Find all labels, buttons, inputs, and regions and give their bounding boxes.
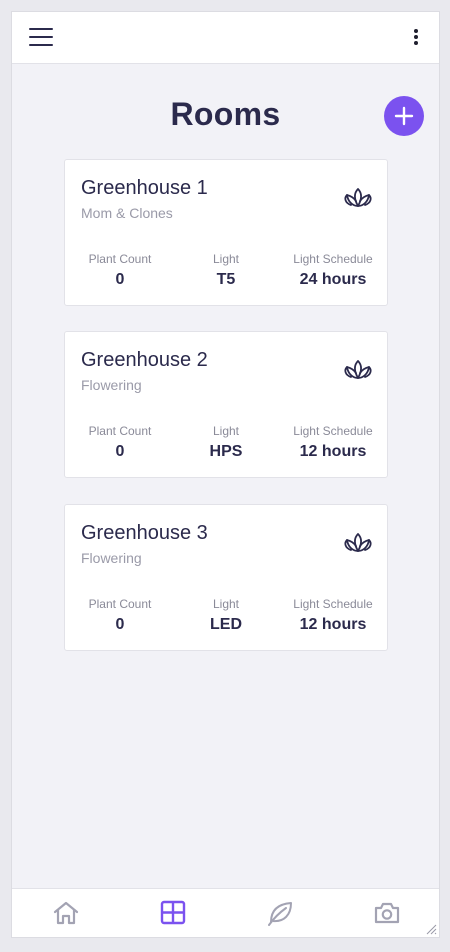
plus-icon bbox=[394, 106, 414, 126]
stat-label: Light bbox=[212, 424, 240, 438]
lotus-icon bbox=[344, 360, 372, 379]
room-card[interactable]: Greenhouse 2 Flowering Plant Count 0 Lig… bbox=[64, 331, 388, 478]
nav-rooms[interactable] bbox=[119, 889, 226, 937]
stat-light: Light T5 bbox=[171, 252, 281, 289]
stat-light-schedule: Light Schedule 12 hours bbox=[278, 597, 388, 634]
lotus-icon bbox=[344, 188, 372, 207]
stat-label: Light Schedule bbox=[293, 424, 373, 438]
nav-plants[interactable] bbox=[226, 889, 333, 937]
stat-light: Light LED bbox=[171, 597, 281, 634]
stat-label: Light bbox=[212, 597, 240, 611]
stat-label: Plant Count bbox=[88, 252, 152, 266]
stat-label: Light Schedule bbox=[293, 597, 373, 611]
stat-value: 12 hours bbox=[299, 616, 367, 633]
nav-camera[interactable] bbox=[333, 889, 439, 937]
stat-value: 12 hours bbox=[299, 443, 367, 460]
room-card[interactable]: Greenhouse 1 Mom & Clones Plant Count 0 … bbox=[64, 159, 388, 306]
app-frame: Rooms Greenhouse 1 Mom & Clones Plant Co… bbox=[11, 11, 440, 938]
room-name: Greenhouse 2 bbox=[81, 349, 208, 371]
stat-plant-count: Plant Count 0 bbox=[65, 597, 175, 634]
more-vertical-icon[interactable] bbox=[413, 29, 419, 45]
stat-value: 0 bbox=[115, 443, 125, 460]
room-type: Flowering bbox=[81, 550, 142, 566]
room-card[interactable]: Greenhouse 3 Flowering Plant Count 0 Lig… bbox=[64, 504, 388, 651]
camera-icon bbox=[374, 902, 400, 924]
lotus-icon bbox=[344, 533, 372, 552]
stat-plant-count: Plant Count 0 bbox=[65, 252, 175, 289]
stat-label: Light bbox=[212, 252, 240, 266]
room-name: Greenhouse 3 bbox=[81, 522, 208, 544]
bottom-navigation bbox=[12, 888, 439, 937]
stat-value: HPS bbox=[209, 443, 243, 460]
hamburger-menu-icon[interactable] bbox=[29, 28, 53, 47]
room-type: Flowering bbox=[81, 377, 142, 393]
stat-plant-count: Plant Count 0 bbox=[65, 424, 175, 461]
top-app-bar bbox=[12, 12, 439, 64]
room-type: Mom & Clones bbox=[81, 205, 173, 221]
stat-light-schedule: Light Schedule 24 hours bbox=[278, 252, 388, 289]
stat-value: 0 bbox=[115, 616, 125, 633]
stat-label: Plant Count bbox=[88, 424, 152, 438]
stat-value: 24 hours bbox=[299, 271, 367, 288]
stat-label: Plant Count bbox=[88, 597, 152, 611]
stat-light-schedule: Light Schedule 12 hours bbox=[278, 424, 388, 461]
stat-value: 0 bbox=[115, 271, 125, 288]
stat-value: T5 bbox=[216, 271, 236, 288]
stat-light: Light HPS bbox=[171, 424, 281, 461]
resize-grip-icon[interactable] bbox=[425, 923, 437, 935]
leaf-icon bbox=[268, 902, 292, 926]
rooms-grid-icon bbox=[160, 900, 186, 925]
room-name: Greenhouse 1 bbox=[81, 177, 208, 199]
page-title: Rooms bbox=[170, 96, 281, 132]
add-room-button[interactable] bbox=[384, 96, 424, 136]
nav-home[interactable] bbox=[12, 889, 119, 937]
stat-label: Light Schedule bbox=[293, 252, 373, 266]
home-icon bbox=[53, 901, 79, 925]
stat-value: LED bbox=[210, 616, 242, 633]
